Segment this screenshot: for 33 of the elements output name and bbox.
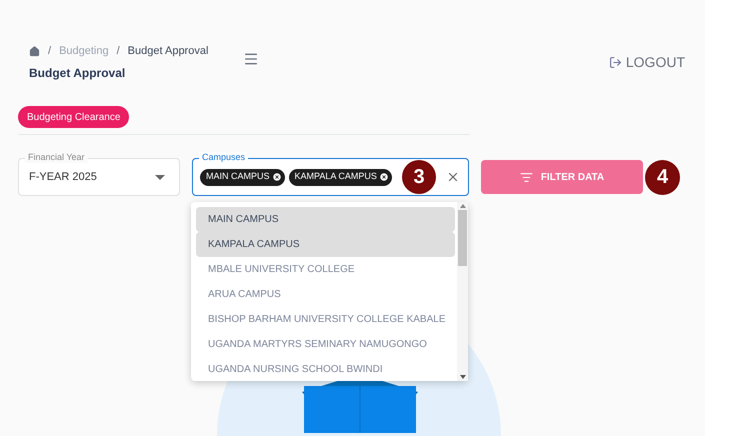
page-title: Budget Approval: [29, 64, 126, 82]
scroll-down-icon[interactable]: [460, 375, 466, 379]
campus-option[interactable]: UGANDA MARTYRS SEMINARY NAMUGONGO: [196, 332, 455, 357]
campus-option[interactable]: MBALE UNIVERSITY COLLEGE: [196, 257, 455, 282]
chip-label: MAIN CAMPUS: [206, 170, 270, 184]
breadcrumb-separator: /: [116, 44, 120, 59]
chip-remove-icon[interactable]: [272, 172, 282, 182]
campus-option[interactable]: ARUA CAMPUS: [196, 282, 455, 307]
chip-label: KAMPALA CAMPUS: [294, 170, 377, 184]
logout-button[interactable]: LOGOUT: [608, 52, 685, 73]
field-label: Campuses: [199, 152, 248, 163]
filter-data-button[interactable]: FILTER DATA: [481, 160, 643, 194]
breadcrumb-separator: /: [48, 44, 52, 59]
tab[interactable]: Budgeting Clearance: [18, 106, 130, 128]
campus-option[interactable]: MAIN CAMPUS: [196, 207, 455, 232]
field-label: Financial Year: [25, 152, 88, 163]
step-badge: 3: [402, 160, 436, 194]
chip-remove-icon[interactable]: [378, 172, 389, 182]
scrollbar[interactable]: [457, 202, 468, 381]
step-badge: 4: [645, 160, 680, 194]
home-icon[interactable]: [29, 46, 40, 57]
breadcrumb-item: Budget Approval: [128, 44, 208, 59]
menu-icon[interactable]: [243, 51, 259, 67]
clear-icon[interactable]: [446, 170, 460, 184]
campus-option[interactable]: BISHOP BARHAM UNIVERSITY COLLEGE KABALE: [196, 307, 455, 332]
select-value: F-YEAR 2025: [29, 170, 97, 185]
breadcrumb-item[interactable]: Budgeting: [59, 43, 109, 60]
filter-icon: [520, 170, 533, 184]
campus-option[interactable]: KAMPALA CAMPUS: [196, 232, 455, 257]
scroll-up-icon[interactable]: [460, 204, 466, 208]
campus-option[interactable]: UGANDA NURSING SCHOOL BWINDI: [196, 357, 455, 381]
logout-icon: [608, 56, 622, 69]
dropdown-arrow-icon: [155, 174, 165, 180]
